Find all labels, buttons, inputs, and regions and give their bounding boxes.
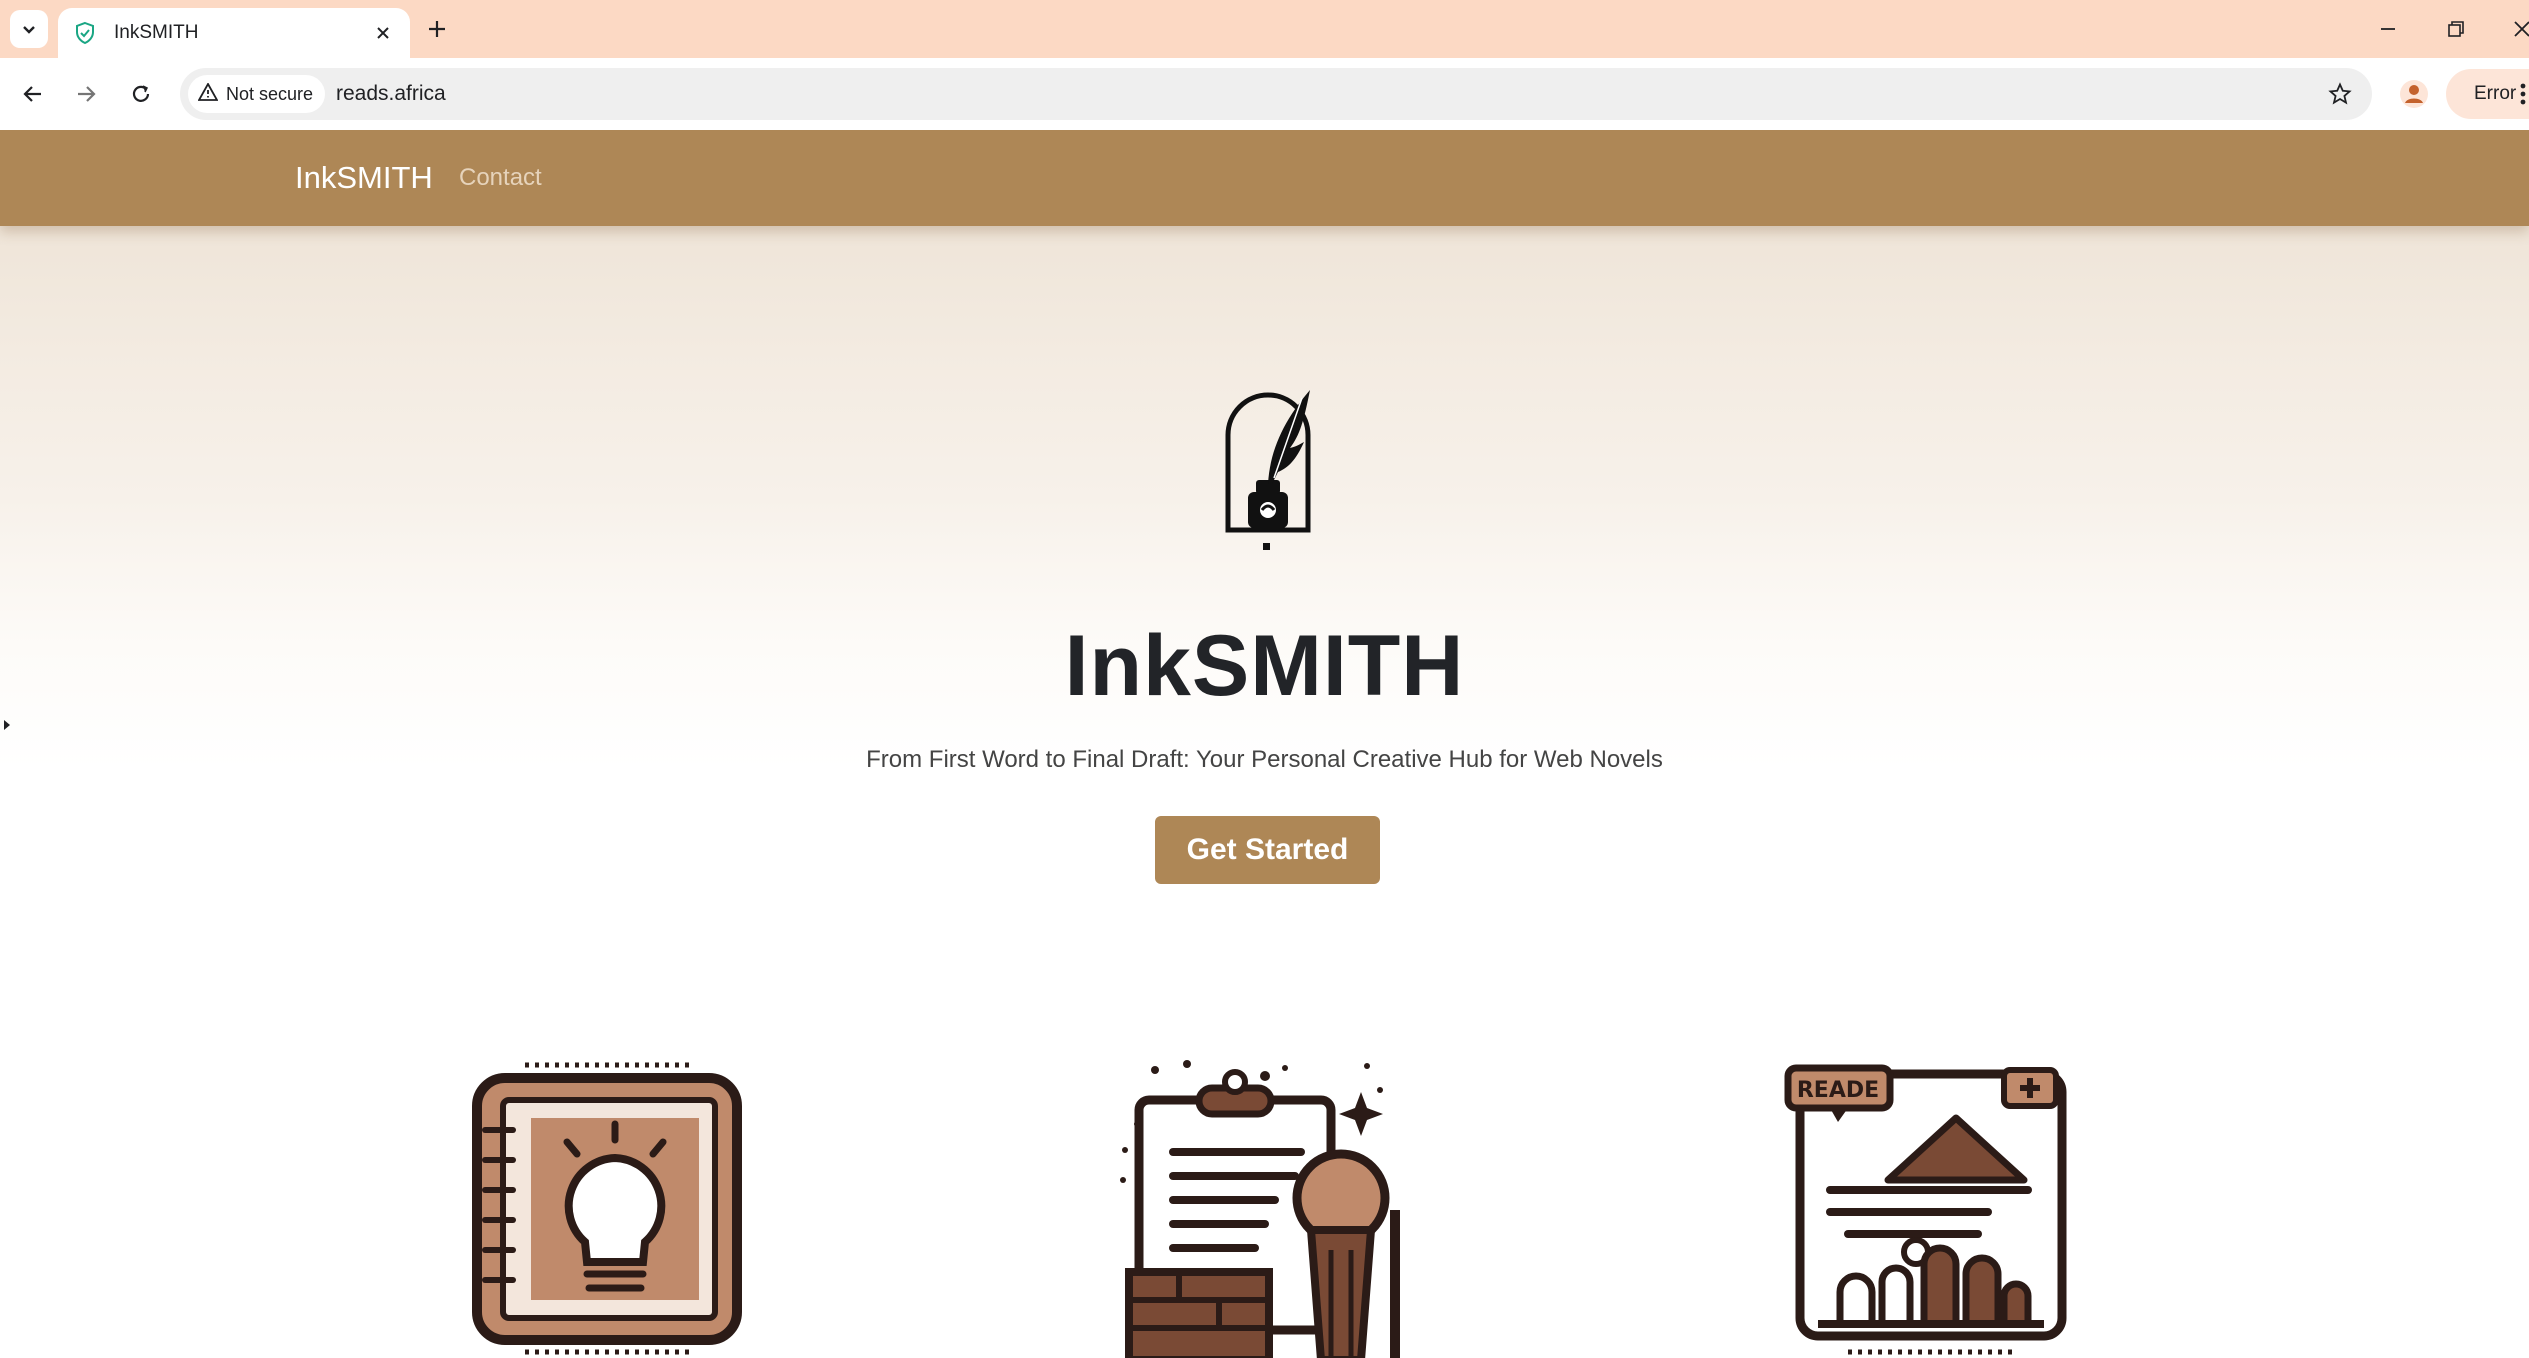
minimize-icon[interactable] xyxy=(2366,10,2410,48)
browser-toolbar: Not secure reads.africa Error xyxy=(0,58,2529,131)
star-icon[interactable] xyxy=(2322,76,2358,112)
profile-icon[interactable] xyxy=(2394,74,2434,114)
clipboard-manuscript-icon xyxy=(1115,1060,1415,1358)
security-indicator[interactable]: Not secure xyxy=(188,75,326,113)
profile-error-chip[interactable]: Error xyxy=(2446,69,2529,119)
site-brand[interactable]: InkSMITH xyxy=(295,130,433,226)
restore-icon[interactable] xyxy=(2434,10,2478,48)
hero-title: InkSMITH xyxy=(1064,618,1465,714)
nav-link-contact[interactable]: Contact xyxy=(459,130,542,226)
browser-tab[interactable]: InkSMITH xyxy=(58,8,410,58)
reader-analytics-icon: READE xyxy=(1778,1060,2078,1358)
warning-icon xyxy=(197,81,219,106)
back-icon[interactable] xyxy=(12,73,54,115)
get-started-button[interactable]: Get Started xyxy=(1155,816,1380,884)
tab-search-icon[interactable] xyxy=(10,10,48,48)
forward-icon[interactable] xyxy=(65,73,107,115)
address-bar[interactable]: Not secure reads.africa xyxy=(180,68,2372,120)
url-text[interactable]: reads.africa xyxy=(336,68,446,120)
tab-title: InkSMITH xyxy=(114,22,199,43)
site-navbar: InkSMITH Contact xyxy=(0,130,2529,226)
quill-inkwell-icon xyxy=(1218,380,1318,560)
hero-subtitle: From First Word to Final Draft: Your Per… xyxy=(866,746,1663,773)
shield-check-icon xyxy=(72,20,98,46)
window-close-icon[interactable] xyxy=(2500,10,2529,48)
close-icon[interactable] xyxy=(368,18,398,48)
web-page: InkSMITH Contact InkSMITH From First Wor… xyxy=(0,130,2529,1358)
browser-tab-bar: InkSMITH xyxy=(0,0,2529,58)
plus-icon[interactable] xyxy=(420,12,454,46)
profile-error-label: Error xyxy=(2474,83,2517,104)
reload-icon[interactable] xyxy=(120,73,162,115)
kebab-icon[interactable] xyxy=(2519,82,2527,111)
lightbulb-notebook-icon xyxy=(455,1060,755,1358)
reader-badge-text: READE xyxy=(1797,1078,1879,1103)
security-label: Not secure xyxy=(226,83,314,104)
